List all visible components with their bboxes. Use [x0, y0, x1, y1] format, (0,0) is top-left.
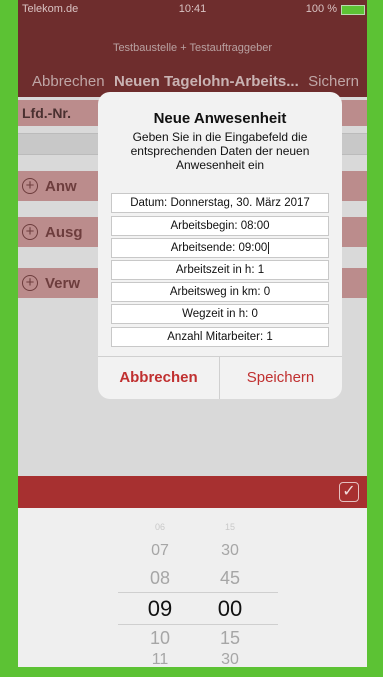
- plus-circle-icon: +: [22, 275, 38, 291]
- employee-count-field[interactable]: Anzahl Mitarbeiter: 1: [111, 327, 329, 347]
- picker-selection-line: [118, 624, 278, 625]
- header-subtitle: Testbaustelle + Testauftraggeber: [112, 42, 273, 54]
- picker-minute[interactable]: 15: [200, 522, 260, 532]
- travel-time-field[interactable]: Wegzeit in h: 0: [111, 304, 329, 324]
- picker-minute-selected[interactable]: 00: [200, 596, 260, 622]
- app-screen: Telekom.de 10:41 100 % Testbaustelle + T…: [18, 0, 367, 667]
- work-hours-field[interactable]: Arbeitszeit in h: 1: [111, 260, 329, 280]
- picker-hour[interactable]: 11: [130, 651, 190, 667]
- lfd-label: Lfd.-Nr.: [22, 105, 71, 121]
- save-nav-button[interactable]: Sichern: [308, 73, 359, 90]
- section-label: Verw: [45, 275, 81, 292]
- picker-minute[interactable]: 30: [200, 651, 260, 667]
- text-cursor: [268, 241, 270, 254]
- end-time-value: Arbeitsende: 09:00: [170, 242, 268, 254]
- picker-hour[interactable]: 07: [130, 542, 190, 560]
- cancel-nav-button[interactable]: Abbrechen: [32, 73, 105, 90]
- page-title: Neuen Tagelohn-Arbeits...: [114, 73, 299, 90]
- dialog-title: Neue Anwesenheit: [153, 110, 287, 127]
- picker-minute[interactable]: 45: [200, 568, 260, 589]
- battery-label: 100 %: [305, 3, 337, 15]
- new-attendance-dialog: Neue Anwesenheit Geben Sie in die Eingab…: [98, 92, 342, 399]
- date-field[interactable]: Datum: Donnerstag, 30. März 2017: [111, 193, 329, 213]
- save-button[interactable]: Speichern: [220, 369, 341, 386]
- picker-hour[interactable]: 06: [130, 522, 190, 532]
- section-label: Anw: [45, 178, 77, 195]
- status-bar: Telekom.de 10:41 100 %: [18, 0, 367, 20]
- plus-circle-icon: +: [22, 178, 38, 194]
- cancel-button[interactable]: Abbrechen: [98, 369, 219, 386]
- end-time-field[interactable]: Arbeitsende: 09:00: [111, 238, 329, 258]
- picker-toolbar: ✓: [18, 476, 367, 508]
- picker-minute[interactable]: 30: [200, 542, 260, 560]
- battery-icon: [341, 5, 365, 15]
- picker-hour[interactable]: 10: [130, 628, 190, 649]
- plus-circle-icon: +: [22, 224, 38, 240]
- picker-hour[interactable]: 08: [130, 568, 190, 589]
- header: Telekom.de 10:41 100 % Testbaustelle + T…: [18, 0, 367, 97]
- start-time-field[interactable]: Arbeitsbegin: 08:00: [111, 216, 329, 236]
- picker-selection-line: [118, 592, 278, 593]
- section-label: Ausg: [45, 224, 83, 241]
- checkmark-icon[interactable]: ✓: [339, 482, 359, 502]
- dialog-button-bar: Abbrechen Speichern: [98, 356, 342, 399]
- dialog-message: Geben Sie in die Eingabefeld die entspre…: [130, 130, 310, 172]
- commute-km-field[interactable]: Arbeitsweg in km: 0: [111, 282, 329, 302]
- time-picker[interactable]: 06 07 08 09 10 11 15 30 45 00 15 30: [18, 508, 367, 667]
- picker-hour-selected[interactable]: 09: [130, 596, 190, 622]
- picker-minute[interactable]: 15: [200, 628, 260, 649]
